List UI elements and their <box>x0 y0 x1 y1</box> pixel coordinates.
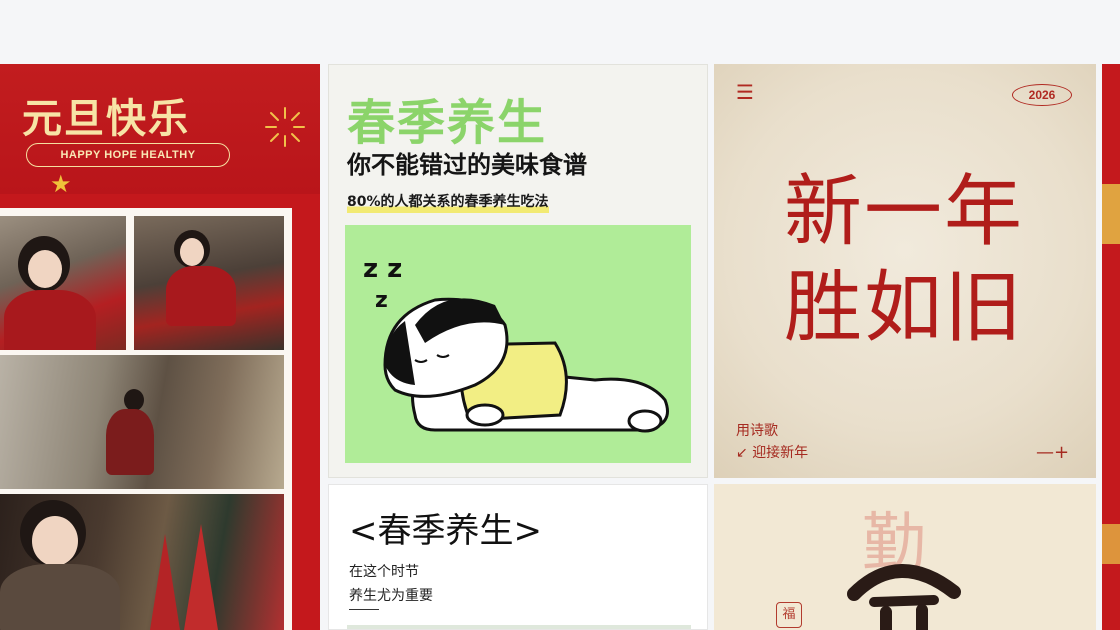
firework-icon <box>265 107 305 147</box>
footer-line-1: 用诗歌 <box>736 423 778 439</box>
photo-girl-sitting <box>134 216 284 350</box>
divider <box>349 609 379 610</box>
template-card-new-year[interactable]: 元旦快乐 HAPPY HOPE HEALTHY ★ <box>0 64 320 630</box>
calligraphy-title: 新一年 胜如旧 <box>784 164 1064 356</box>
corner-arrow-icon: ↙ <box>736 445 748 461</box>
card-note: 80%的人都关系的春季养生吃法 <box>347 191 549 213</box>
svg-text:z: z <box>375 288 388 313</box>
card-title: 元旦快乐 <box>22 96 190 142</box>
template-card-diligence[interactable]: 勤 福 <box>714 484 1096 630</box>
decor-band <box>1102 184 1120 244</box>
template-card-lyric-new-year[interactable]: ☰ 2026 新一年 胜如旧 用诗歌 ↙ 迎接新年 —+ <box>714 64 1096 478</box>
photo-girl-camera <box>0 494 284 630</box>
menu-icon: ☰ <box>736 80 754 104</box>
year-badge: 2026 <box>1012 84 1072 106</box>
card-title: <春季养生> <box>349 511 542 551</box>
calligraphy-line-1: 新一年 <box>784 167 1025 257</box>
body-line-2: 养生尤为重要 <box>349 588 433 604</box>
brush-stroke-art <box>847 564 961 630</box>
seal-stamp: 福 <box>776 602 802 628</box>
photo-girl-red-coat <box>0 216 126 350</box>
plus-line-icon: —+ <box>1036 442 1070 463</box>
body-line-1: 在这个时节 <box>349 564 419 580</box>
top-bar <box>0 0 1120 64</box>
template-card-spring-recipe[interactable]: 春季养生 你不能错过的美味食谱 80%的人都关系的春季养生吃法 z z z <box>328 64 708 478</box>
svg-text:z z: z z <box>363 254 402 284</box>
decor-band <box>1102 524 1120 564</box>
photo-alley <box>0 355 284 489</box>
calligraphy-line-2: 胜如旧 <box>784 263 1025 353</box>
sleeping-character-illustration: z z z <box>345 225 691 463</box>
star-icon: ★ <box>50 170 72 198</box>
card-title: 春季养生 <box>347 95 548 151</box>
footer-line-2: ↙ 迎接新年 <box>736 442 808 462</box>
template-card-partial[interactable] <box>1102 64 1120 630</box>
template-card-spring-text[interactable]: <春季养生> 在这个时节 养生尤为重要 <box>328 484 708 630</box>
footer-line-2-text: 迎接新年 <box>752 445 809 461</box>
card-subtitle: 你不能错过的美味食谱 <box>347 151 587 179</box>
content-bar <box>347 625 691 629</box>
card-subtitle-pill: HAPPY HOPE HEALTHY <box>26 143 230 167</box>
